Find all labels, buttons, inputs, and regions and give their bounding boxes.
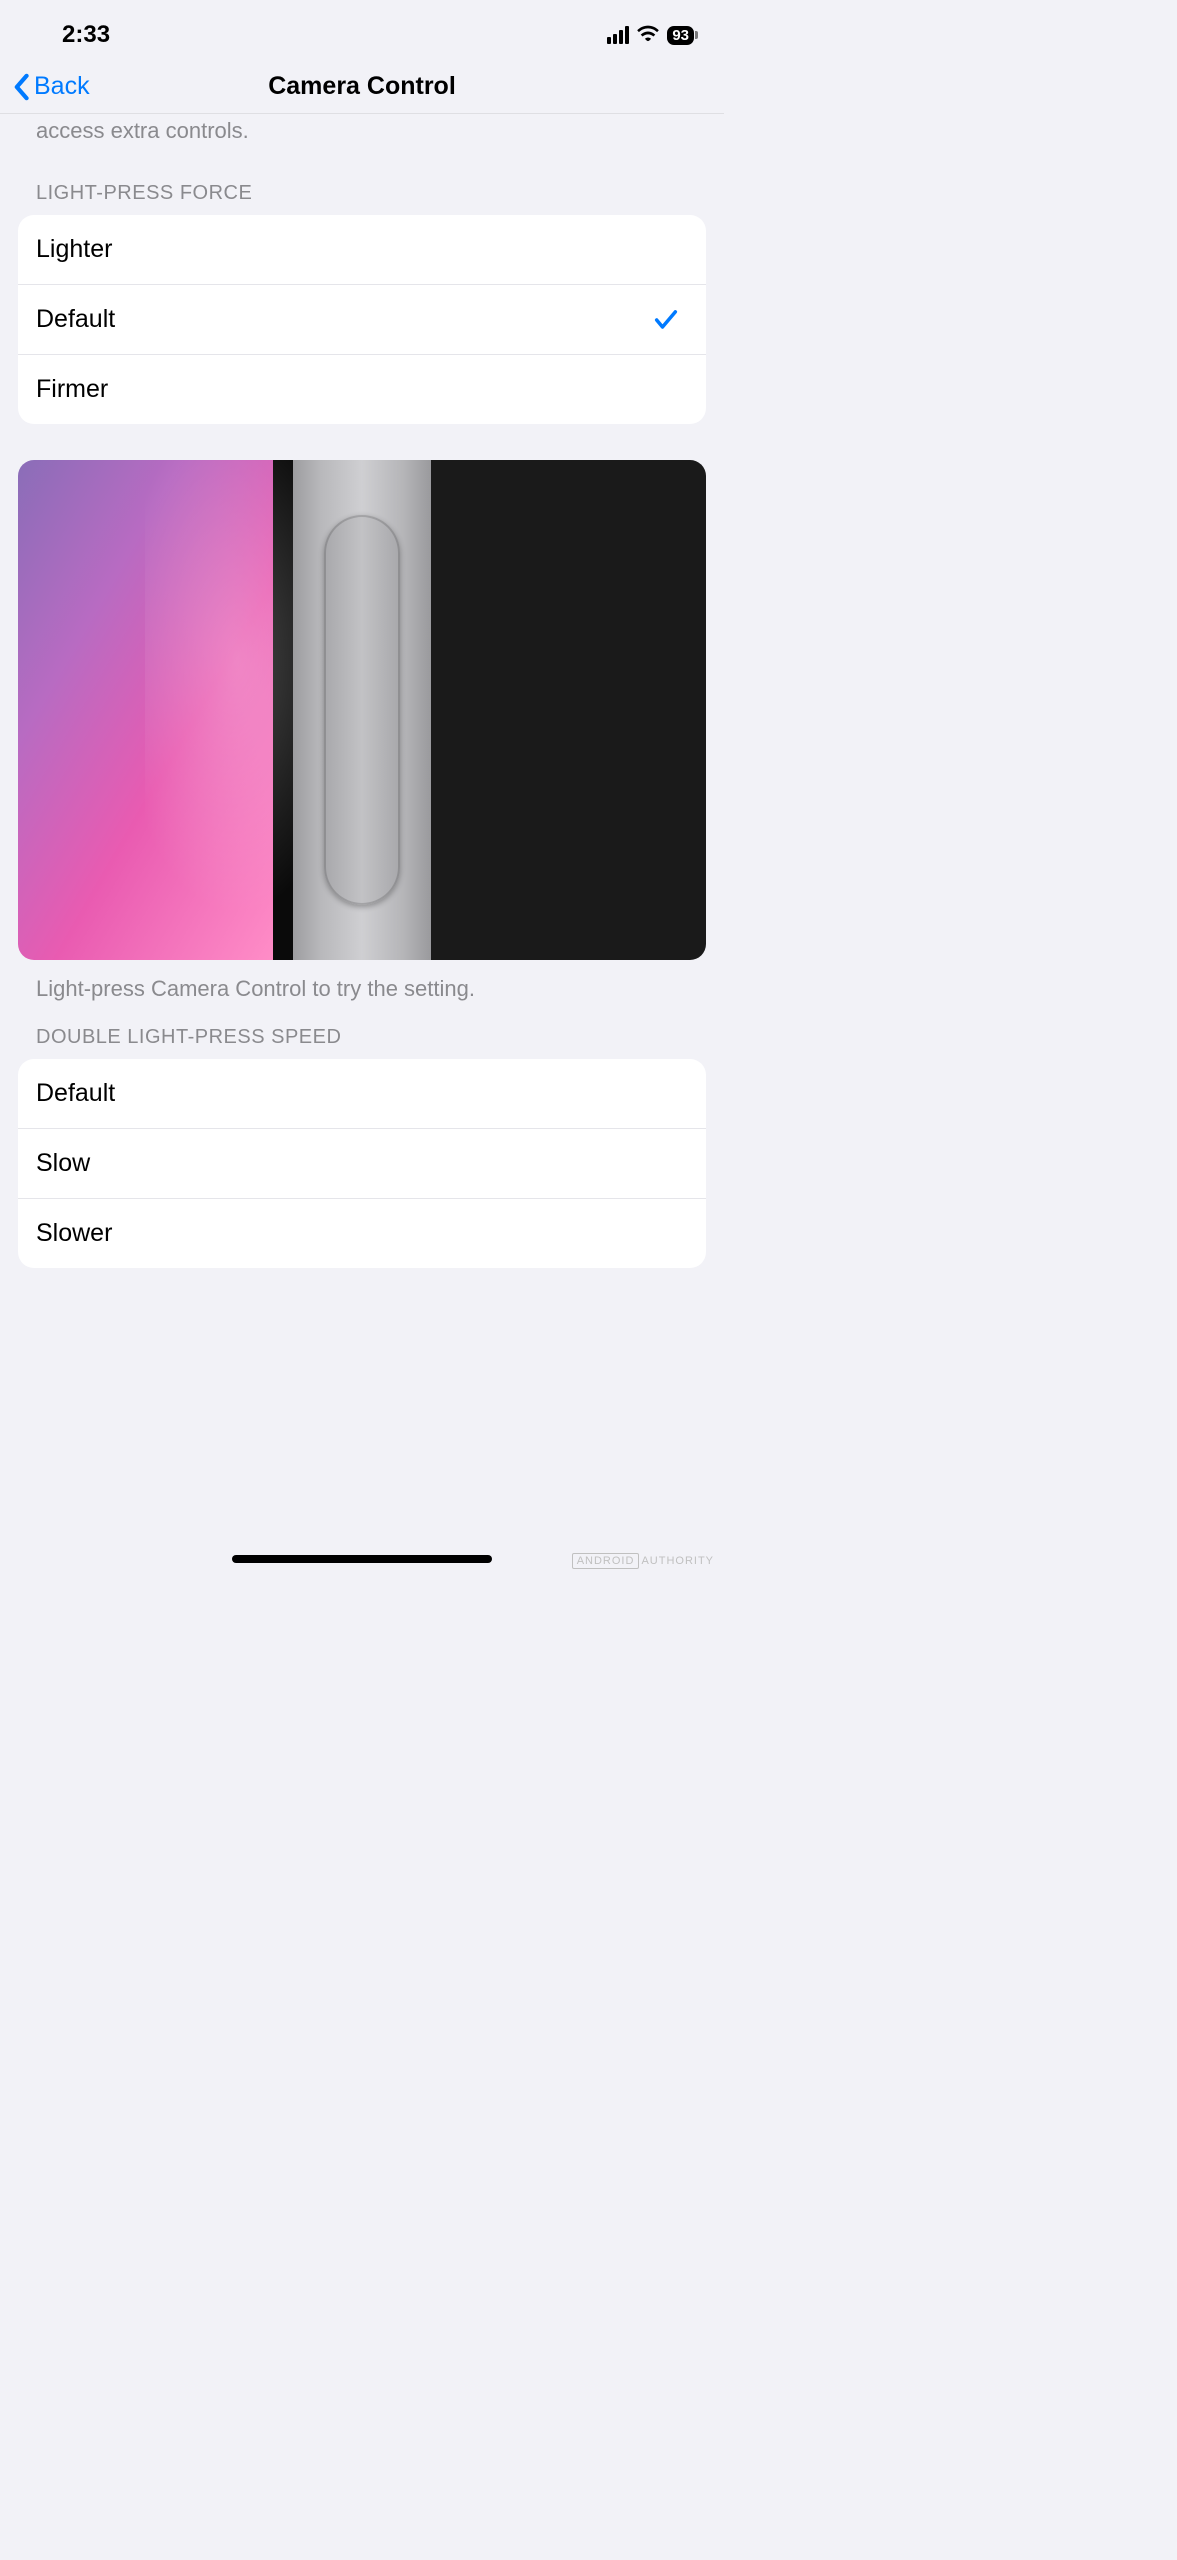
- preview-side-rail: [293, 460, 431, 960]
- preview-dark-area: [431, 460, 706, 960]
- back-button[interactable]: Back: [12, 72, 90, 101]
- section-header-double-press-speed: DOUBLE LIGHT-PRESS SPEED: [0, 1002, 724, 1059]
- preview-screen-gradient: [18, 460, 273, 960]
- option-speed-default[interactable]: Default: [18, 1059, 706, 1129]
- battery-indicator: 93: [667, 26, 694, 45]
- camera-control-button-graphic: [324, 515, 400, 905]
- status-time: 2:33: [62, 21, 110, 49]
- option-label: Firmer: [36, 375, 108, 404]
- cellular-signal-icon: [607, 26, 629, 44]
- option-label: Slower: [36, 1219, 112, 1248]
- section-header-light-press-force: LIGHT-PRESS FORCE: [0, 144, 724, 215]
- content-scroll[interactable]: access extra controls. LIGHT-PRESS FORCE…: [0, 114, 724, 1268]
- watermark: ANDROIDAUTHORITY: [572, 1555, 714, 1567]
- watermark-brand: ANDROID: [572, 1553, 640, 1569]
- preview-frame-edge: [273, 460, 294, 960]
- home-indicator[interactable]: [232, 1555, 492, 1563]
- option-lighter[interactable]: Lighter: [18, 215, 706, 285]
- back-label: Back: [34, 72, 90, 101]
- watermark-suffix: AUTHORITY: [641, 1555, 714, 1567]
- option-speed-slower[interactable]: Slower: [18, 1199, 706, 1268]
- wifi-icon: [637, 24, 659, 47]
- navigation-bar: Back Camera Control: [0, 60, 724, 114]
- option-firmer[interactable]: Firmer: [18, 355, 706, 424]
- camera-control-preview: [18, 460, 706, 960]
- option-label: Default: [36, 1079, 115, 1108]
- status-indicators: 93: [607, 24, 694, 47]
- option-label: Default: [36, 305, 115, 334]
- option-label: Lighter: [36, 235, 112, 264]
- status-bar: 2:33 93: [0, 0, 724, 60]
- checkmark-icon: [652, 306, 680, 334]
- option-default[interactable]: Default: [18, 285, 706, 355]
- truncated-description: access extra controls.: [0, 114, 724, 144]
- page-title: Camera Control: [268, 72, 456, 101]
- option-label: Slow: [36, 1149, 90, 1178]
- chevron-left-icon: [12, 73, 30, 101]
- double-press-speed-group: Default Slow Slower: [18, 1059, 706, 1268]
- preview-caption: Light-press Camera Control to try the se…: [0, 960, 724, 1002]
- option-speed-slow[interactable]: Slow: [18, 1129, 706, 1199]
- light-press-force-group: Lighter Default Firmer: [18, 215, 706, 424]
